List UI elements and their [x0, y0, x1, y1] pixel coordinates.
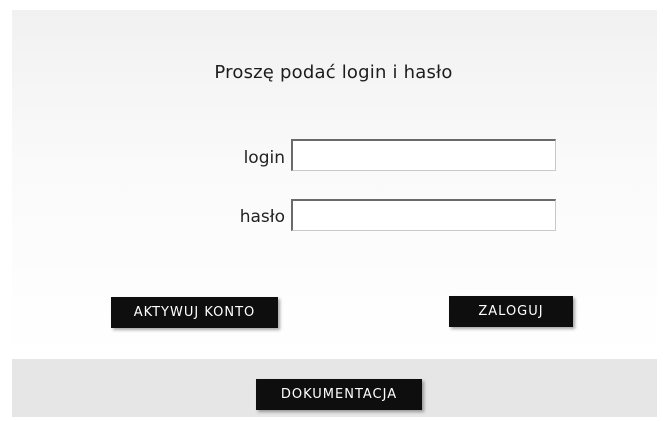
login-input[interactable] [291, 139, 556, 171]
login-button[interactable]: ZALOGUJ [449, 296, 573, 327]
password-input[interactable] [291, 199, 556, 231]
login-label: login [243, 148, 285, 168]
form-title: Proszę podać login i hasło [214, 62, 453, 83]
documentation-button[interactable]: DOKUMENTACJA [256, 379, 422, 410]
activate-account-button[interactable]: AKTYWUJ KONTO [111, 297, 278, 328]
password-label: hasło [239, 207, 285, 227]
